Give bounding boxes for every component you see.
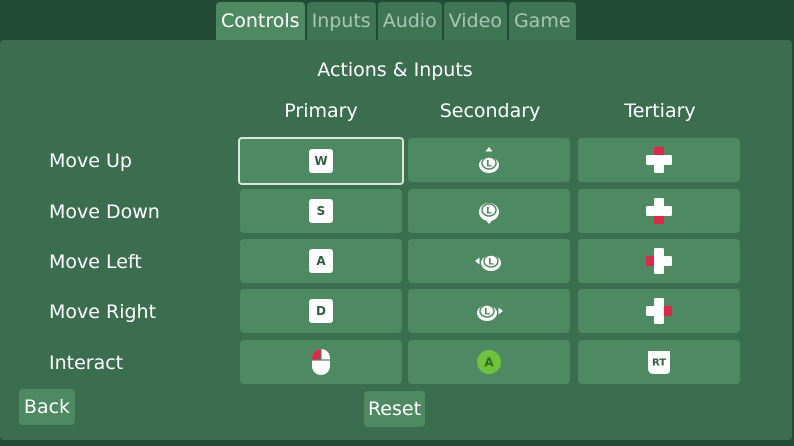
svg-text:L: L [488, 258, 494, 268]
dpad-left-icon [646, 248, 672, 274]
binding-move-down-tertiary[interactable] [578, 189, 740, 233]
left-stick-up-icon: L [479, 147, 499, 173]
binding-interact-primary[interactable] [240, 340, 402, 384]
panel-title: Actions & Inputs [317, 59, 473, 81]
back-button[interactable]: Back [19, 389, 75, 425]
left-stick-left-icon: L [475, 254, 501, 271]
action-label-move-up: Move Up [49, 150, 132, 172]
svg-text:L: L [486, 207, 492, 217]
keyboard-key-icon: D [309, 299, 333, 323]
action-label-move-down: Move Down [49, 201, 160, 223]
left-stick-down-icon: L [479, 203, 499, 224]
keyboard-key-icon: S [309, 199, 333, 223]
action-label-move-left: Move Left [49, 251, 142, 273]
svg-text:L: L [486, 160, 492, 170]
right-trigger-icon: RT [648, 351, 670, 374]
column-header-primary: Primary [284, 100, 358, 122]
keyboard-key-icon: W [309, 149, 333, 173]
left-stick-right-icon: L [477, 304, 503, 321]
svg-text:A: A [484, 356, 494, 370]
dpad-right-icon [646, 298, 672, 324]
svg-text:RT: RT [652, 358, 666, 369]
binding-move-down-secondary[interactable]: L [408, 189, 570, 233]
tab-video[interactable]: Video [443, 2, 507, 40]
tab-controls[interactable]: Controls [216, 2, 305, 40]
binding-move-up-tertiary[interactable] [578, 138, 740, 182]
binding-interact-secondary[interactable]: A [408, 340, 570, 384]
tab-inputs[interactable]: Inputs [306, 2, 376, 40]
tab-bar: Controls Inputs Audio Video Game [216, 2, 576, 40]
keyboard-key-icon: A [309, 249, 333, 273]
binding-move-right-secondary[interactable]: L [408, 289, 570, 333]
binding-interact-tertiary[interactable]: RT [578, 340, 740, 384]
binding-move-right-tertiary[interactable] [578, 289, 740, 333]
binding-move-up-primary[interactable]: W [238, 137, 404, 185]
column-header-secondary: Secondary [439, 100, 541, 122]
binding-move-up-secondary[interactable]: L [408, 138, 570, 182]
binding-move-left-secondary[interactable]: L [408, 239, 570, 283]
binding-move-right-primary[interactable]: D [240, 289, 402, 333]
dpad-up-icon [646, 147, 672, 173]
column-header-tertiary: Tertiary [624, 100, 696, 122]
action-label-interact: Interact [49, 352, 124, 374]
action-label-move-right: Move Right [49, 301, 157, 323]
tab-audio[interactable]: Audio [377, 2, 442, 40]
dpad-down-icon [646, 198, 672, 224]
gamepad-a-button-icon: A [477, 350, 501, 374]
binding-move-left-tertiary[interactable] [578, 239, 740, 283]
reset-button[interactable]: Reset [364, 391, 425, 427]
mouse-left-click-icon [312, 349, 330, 375]
tab-game[interactable]: Game [508, 2, 576, 40]
svg-text:L: L [484, 308, 490, 318]
binding-move-left-primary[interactable]: A [240, 239, 402, 283]
binding-move-down-primary[interactable]: S [240, 189, 402, 233]
